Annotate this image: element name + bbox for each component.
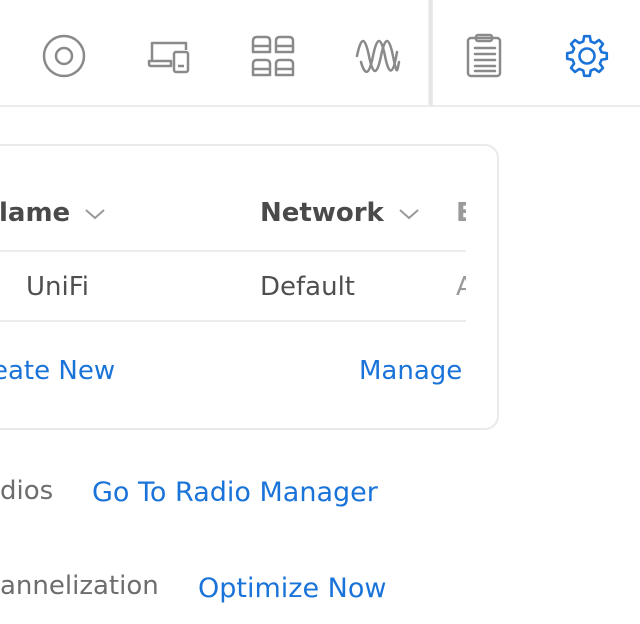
chevron-down-icon (84, 198, 106, 228)
page: lame Network E UniFi Default A (0, 0, 640, 624)
column-header-label: lame (0, 198, 71, 228)
header-divider (0, 250, 466, 252)
wifi-networks-card: lame Network E UniFi Default A (0, 144, 499, 430)
column-header-label: E (456, 198, 466, 228)
column-header-name[interactable]: lame (0, 198, 106, 228)
wifi-table: lame Network E UniFi Default A (0, 146, 466, 428)
cell-network: Default (260, 272, 355, 302)
row-divider (0, 320, 466, 322)
wifi-waveform-icon[interactable] (353, 32, 401, 80)
manage-link[interactable]: Manage (359, 356, 462, 386)
column-header-network[interactable]: Network (260, 198, 420, 228)
chevron-down-icon (398, 198, 420, 228)
logs-clipboard-icon[interactable] (460, 32, 508, 80)
clients-grid-icon[interactable] (249, 32, 297, 80)
cell-name: UniFi (26, 272, 90, 302)
cell-extra: A (456, 272, 466, 302)
settings-gear-icon[interactable] (563, 32, 611, 80)
column-header-extra[interactable]: E (456, 198, 466, 228)
channelization-label: annelization (0, 571, 159, 601)
column-header-label: Network (260, 198, 384, 228)
radios-label: dios (0, 476, 54, 506)
topbar-divider (428, 0, 433, 106)
radio-disc-icon[interactable] (40, 32, 88, 80)
create-new-link[interactable]: eate New (0, 356, 115, 386)
devices-icon[interactable] (145, 32, 193, 80)
optimize-now-link[interactable]: Optimize Now (198, 573, 386, 604)
top-navigation-bar (0, 0, 640, 107)
go-to-radio-manager-link[interactable]: Go To Radio Manager (92, 477, 378, 508)
